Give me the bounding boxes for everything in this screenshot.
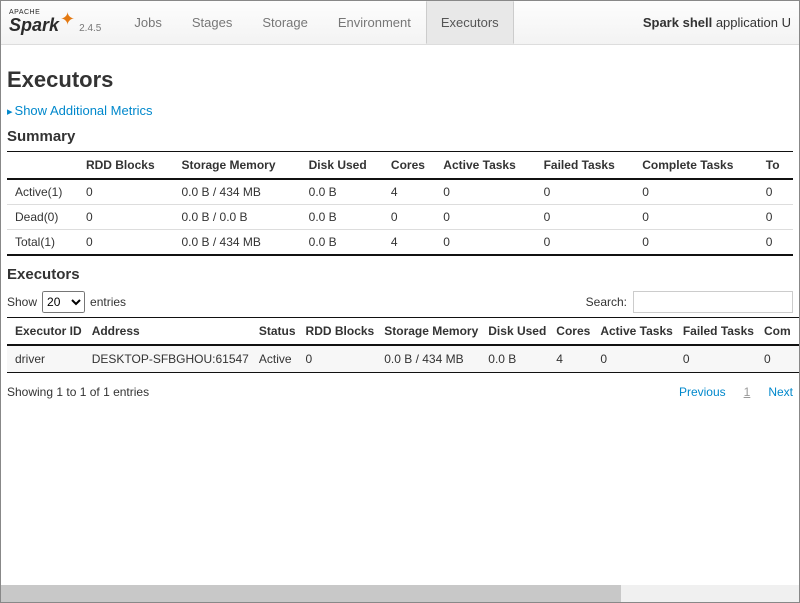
nav-tab-stages[interactable]: Stages bbox=[177, 1, 247, 44]
table-row: Dead(0)00.0 B / 0.0 B0.0 B00000 bbox=[7, 205, 793, 230]
horizontal-scrollbar[interactable] bbox=[1, 585, 799, 602]
summary-cell: 0 bbox=[642, 205, 766, 230]
table-info: Showing 1 to 1 of 1 entries bbox=[7, 385, 149, 399]
logo-name: Spark bbox=[9, 15, 59, 35]
summary-cell: 0 bbox=[86, 179, 182, 205]
page-size-select[interactable]: 102050100 bbox=[42, 291, 85, 313]
pager-current[interactable]: 1 bbox=[744, 385, 751, 399]
summary-col-header: Failed Tasks bbox=[544, 152, 643, 180]
pager-previous[interactable]: Previous bbox=[679, 385, 726, 399]
summary-col-header: Active Tasks bbox=[443, 152, 543, 180]
exec-col-header[interactable]: Executor ID bbox=[7, 318, 92, 346]
exec-cell: 0 bbox=[306, 345, 385, 373]
summary-col-header: Disk Used bbox=[309, 152, 391, 180]
summary-cell: 0 bbox=[544, 179, 643, 205]
exec-cell: 0 bbox=[600, 345, 683, 373]
pager: Previous 1 Next bbox=[679, 385, 793, 399]
summary-cell: 0.0 B / 0.0 B bbox=[182, 205, 309, 230]
summary-col-header: To bbox=[766, 152, 793, 180]
exec-cell: driver bbox=[7, 345, 92, 373]
table-row: Total(1)00.0 B / 434 MB0.0 B40000 bbox=[7, 230, 793, 256]
summary-col-header: Cores bbox=[391, 152, 443, 180]
spark-star-icon: ✦ bbox=[60, 9, 75, 30]
summary-cell: 4 bbox=[391, 179, 443, 205]
nav-tab-executors[interactable]: Executors bbox=[426, 1, 514, 44]
logo-apache-label: APACHE bbox=[9, 9, 40, 16]
summary-col-header: Complete Tasks bbox=[642, 152, 766, 180]
table-row: Active(1)00.0 B / 434 MB0.0 B40000 bbox=[7, 179, 793, 205]
search-label: Search: bbox=[586, 295, 627, 309]
summary-cell: 0 bbox=[642, 230, 766, 256]
summary-cell: 0.0 B / 434 MB bbox=[182, 230, 309, 256]
summary-cell: 0 bbox=[544, 230, 643, 256]
summary-cell: 0 bbox=[766, 179, 793, 205]
exec-col-header[interactable]: Com bbox=[764, 318, 800, 346]
exec-cell: 0 bbox=[683, 345, 764, 373]
summary-col-header: RDD Blocks bbox=[86, 152, 182, 180]
nav-tabs: JobsStagesStorageEnvironmentExecutors bbox=[119, 1, 513, 44]
show-label: Show bbox=[7, 295, 37, 309]
summary-cell: 0 bbox=[544, 205, 643, 230]
summary-col-header bbox=[7, 152, 86, 180]
exec-col-header[interactable]: Active Tasks bbox=[600, 318, 683, 346]
exec-cell: 0.0 B bbox=[488, 345, 556, 373]
page-title: Executors bbox=[7, 67, 793, 93]
pager-next[interactable]: Next bbox=[768, 385, 793, 399]
summary-cell: 0 bbox=[443, 179, 543, 205]
exec-col-header[interactable]: Cores bbox=[556, 318, 600, 346]
exec-col-header[interactable]: Address bbox=[92, 318, 259, 346]
summary-cell: 0 bbox=[86, 205, 182, 230]
summary-cell: 0 bbox=[443, 230, 543, 256]
exec-col-header[interactable]: Status bbox=[259, 318, 306, 346]
nav-tab-jobs[interactable]: Jobs bbox=[119, 1, 176, 44]
exec-col-header[interactable]: RDD Blocks bbox=[306, 318, 385, 346]
logo-version: 2.4.5 bbox=[79, 23, 101, 34]
exec-cell: Active bbox=[259, 345, 306, 373]
summary-row-label: Active(1) bbox=[7, 179, 86, 205]
app-name-bold: Spark shell bbox=[643, 15, 712, 30]
exec-col-header[interactable]: Storage Memory bbox=[384, 318, 488, 346]
app-name-rest: application U bbox=[712, 15, 791, 30]
entries-label: entries bbox=[90, 295, 126, 309]
nav-tab-environment[interactable]: Environment bbox=[323, 1, 426, 44]
summary-cell: 0 bbox=[766, 205, 793, 230]
summary-cell: 0 bbox=[443, 205, 543, 230]
summary-col-header: Storage Memory bbox=[182, 152, 309, 180]
summary-row-label: Total(1) bbox=[7, 230, 86, 256]
summary-cell: 0.0 B bbox=[309, 205, 391, 230]
executors-table: Executor IDAddressStatusRDD BlocksStorag… bbox=[7, 317, 800, 373]
search-input[interactable] bbox=[633, 291, 793, 313]
summary-cell: 0.0 B bbox=[309, 179, 391, 205]
summary-cell: 0.0 B / 434 MB bbox=[182, 179, 309, 205]
summary-heading: Summary bbox=[7, 128, 793, 145]
summary-row-label: Dead(0) bbox=[7, 205, 86, 230]
exec-cell: 0 bbox=[764, 345, 800, 373]
summary-cell: 4 bbox=[391, 230, 443, 256]
summary-table: RDD BlocksStorage MemoryDisk UsedCoresAc… bbox=[7, 151, 793, 256]
summary-cell: 0 bbox=[642, 179, 766, 205]
summary-cell: 0 bbox=[766, 230, 793, 256]
exec-col-header[interactable]: Disk Used bbox=[488, 318, 556, 346]
table-controls: Show 102050100 entries Search: bbox=[7, 291, 793, 313]
summary-cell: 0 bbox=[391, 205, 443, 230]
nav-tab-storage[interactable]: Storage bbox=[247, 1, 323, 44]
table-row: driverDESKTOP-SFBGHOU:61547Active00.0 B … bbox=[7, 345, 800, 373]
exec-cell: 4 bbox=[556, 345, 600, 373]
executors-heading: Executors bbox=[7, 266, 793, 283]
exec-cell: DESKTOP-SFBGHOU:61547 bbox=[92, 345, 259, 373]
top-navbar: APACHE Spark ✦ 2.4.5 JobsStagesStorageEn… bbox=[1, 1, 799, 45]
summary-cell: 0.0 B bbox=[309, 230, 391, 256]
exec-col-header[interactable]: Failed Tasks bbox=[683, 318, 764, 346]
summary-cell: 0 bbox=[86, 230, 182, 256]
exec-cell: 0.0 B / 434 MB bbox=[384, 345, 488, 373]
show-additional-metrics-link[interactable]: Show Additional Metrics bbox=[7, 103, 793, 118]
spark-logo[interactable]: APACHE Spark ✦ 2.4.5 bbox=[9, 9, 101, 36]
app-name: Spark shell application U bbox=[643, 15, 791, 30]
scrollbar-thumb[interactable] bbox=[1, 585, 621, 602]
